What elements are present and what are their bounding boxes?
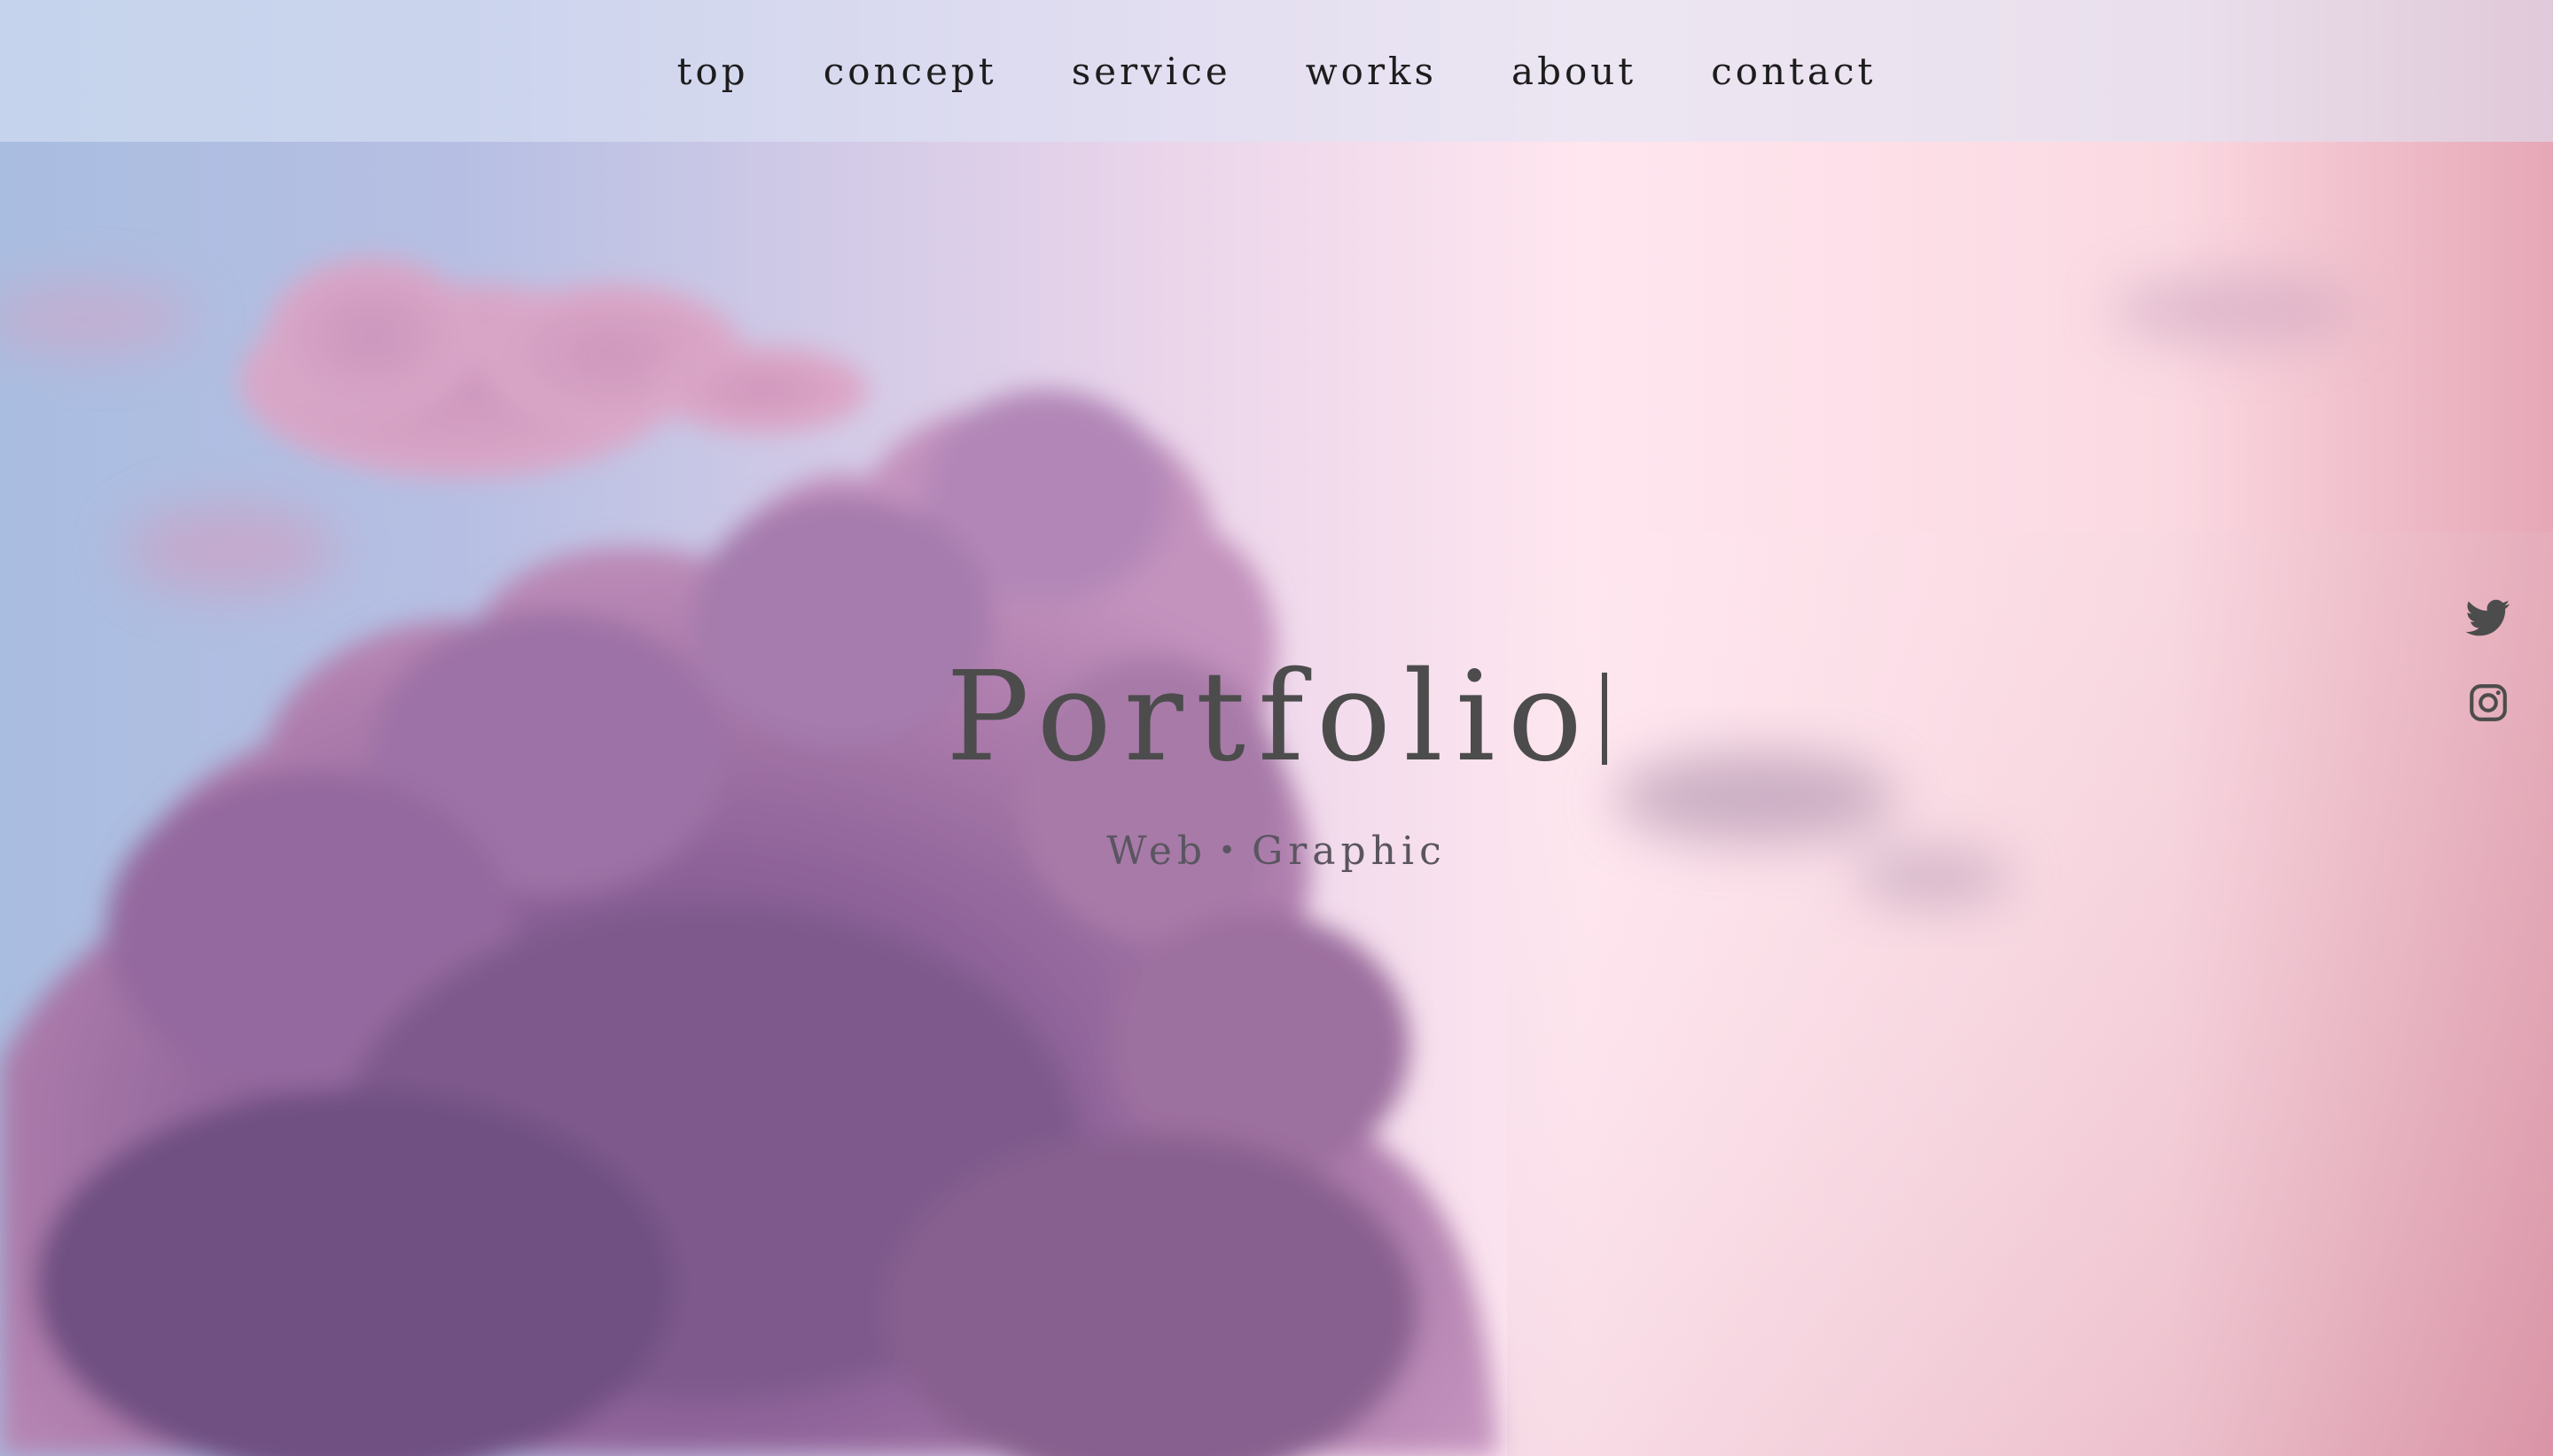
page-title: Portfolio — [0, 647, 2553, 789]
twitter-icon — [2465, 599, 2510, 636]
social-links — [2464, 596, 2512, 725]
page-subtitle: Web・Graphic — [1106, 829, 1447, 874]
nav-item-service[interactable]: service — [1072, 50, 1231, 93]
nav-item-about[interactable]: about — [1511, 50, 1636, 93]
nav-item-contact[interactable]: contact — [1711, 50, 1876, 93]
small-cloud — [239, 257, 869, 479]
twitter-link[interactable] — [2464, 596, 2512, 640]
nav-item-works[interactable]: works — [1306, 50, 1437, 93]
nav-item-concept[interactable]: concept — [824, 50, 997, 93]
instagram-link[interactable] — [2464, 681, 2512, 725]
hero-title-block: Portfolio Web・Graphic — [0, 647, 2553, 876]
top-navigation: top concept service works about contact — [0, 0, 2553, 142]
instagram-icon — [2470, 684, 2507, 721]
typing-cursor — [1601, 673, 1607, 765]
nav-item-top[interactable]: top — [677, 50, 749, 93]
page-title-text: Portfolio — [946, 645, 1595, 790]
